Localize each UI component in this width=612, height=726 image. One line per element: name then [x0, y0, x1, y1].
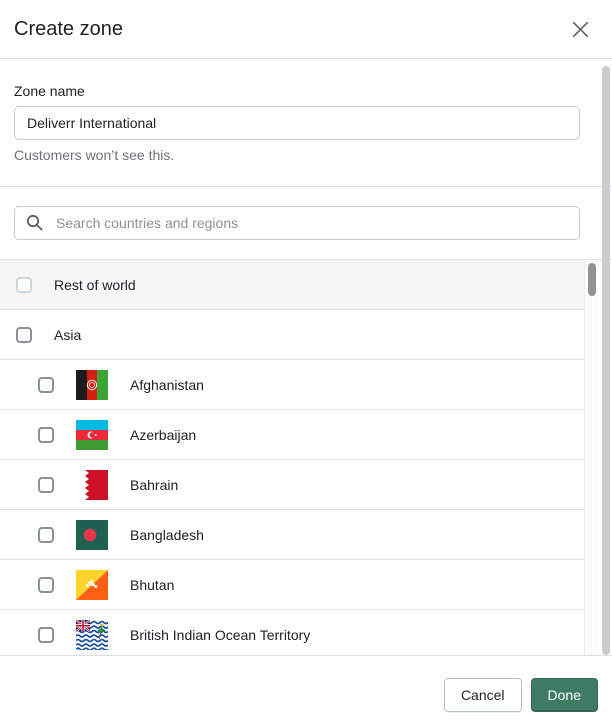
list-row[interactable]: Bangladesh — [0, 510, 584, 560]
zone-name-label: Zone name — [14, 83, 580, 99]
row-checkbox[interactable] — [38, 477, 54, 493]
modal-title: Create zone — [14, 18, 123, 41]
list-row[interactable]: Rest of world — [0, 260, 584, 310]
list-row[interactable]: Azerbaijan — [0, 410, 584, 460]
country-list: Rest of world Asia Afghanistan Azerbaija… — [0, 259, 612, 656]
list-row[interactable]: British Indian Ocean Territory — [0, 610, 584, 656]
row-label: Bangladesh — [130, 527, 204, 543]
list-scrollbar-thumb[interactable] — [588, 263, 596, 296]
row-checkbox[interactable] — [16, 327, 32, 343]
row-label: British Indian Ocean Territory — [130, 627, 310, 643]
row-label: Afghanistan — [130, 377, 204, 393]
row-checkbox[interactable] — [38, 577, 54, 593]
row-checkbox[interactable] — [38, 377, 54, 393]
list-row[interactable]: Bhutan — [0, 560, 584, 610]
list-scrollbar-track[interactable] — [584, 260, 598, 655]
modal-footer: Cancel Done — [0, 656, 612, 725]
close-button[interactable] — [568, 17, 593, 42]
modal-scrollbar-thumb[interactable] — [602, 66, 610, 655]
row-checkbox[interactable] — [16, 277, 32, 293]
row-label: Azerbaijan — [130, 427, 196, 443]
done-button[interactable]: Done — [531, 678, 598, 712]
zone-name-input[interactable] — [14, 106, 580, 140]
zone-name-section: Zone name Customers won’t see this. — [0, 59, 612, 187]
row-label: Bahrain — [130, 477, 178, 493]
row-checkbox[interactable] — [38, 627, 54, 643]
cancel-button[interactable]: Cancel — [444, 678, 522, 712]
row-label: Bhutan — [130, 577, 174, 593]
list-row[interactable]: Asia — [0, 310, 584, 360]
list-row[interactable]: Bahrain — [0, 460, 584, 510]
british-indian-ocean-territory-flag-icon — [76, 620, 108, 650]
row-checkbox[interactable] — [38, 527, 54, 543]
modal-header: Create zone — [0, 0, 612, 59]
row-label: Asia — [54, 327, 81, 343]
list-row[interactable]: Afghanistan — [0, 360, 584, 410]
search-input[interactable] — [14, 206, 580, 240]
bahrain-flag-icon — [76, 470, 108, 500]
row-checkbox[interactable] — [38, 427, 54, 443]
create-zone-modal: Create zone Zone name Customers won’t se… — [0, 0, 612, 726]
bhutan-flag-icon — [76, 570, 108, 600]
azerbaijan-flag-icon — [76, 420, 108, 450]
search-section — [0, 187, 612, 259]
zone-name-helper: Customers won’t see this. — [14, 147, 580, 163]
row-label: Rest of world — [54, 277, 136, 293]
bangladesh-flag-icon — [76, 520, 108, 550]
country-rows: Rest of world Asia Afghanistan Azerbaija… — [0, 260, 584, 656]
afghanistan-flag-icon — [76, 370, 108, 400]
close-icon — [570, 19, 591, 40]
